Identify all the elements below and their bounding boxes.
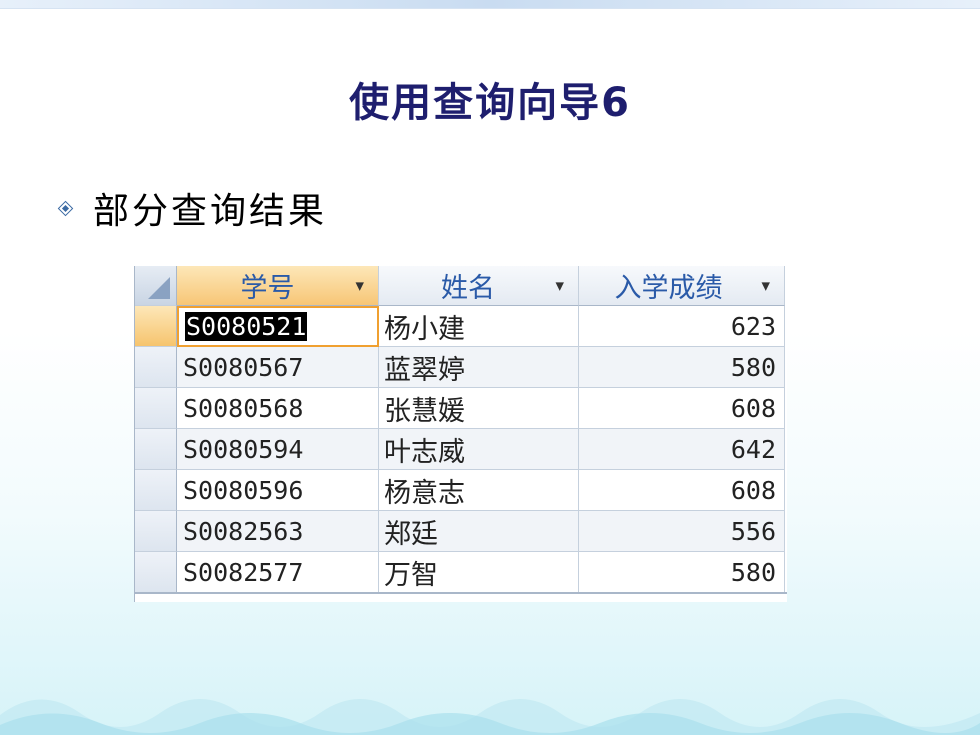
cell-id[interactable]: S0080596 [177, 470, 379, 511]
chevron-down-icon[interactable]: ▼ [762, 279, 770, 292]
cell-id[interactable]: S0082563 [177, 511, 379, 552]
cell-score[interactable]: 608 [579, 470, 785, 511]
cell-name[interactable]: 张慧媛 [379, 388, 579, 429]
cell-score[interactable]: 642 [579, 429, 785, 470]
cell-name[interactable]: 郑廷 [379, 511, 579, 552]
row-selector[interactable] [135, 429, 177, 470]
table-row[interactable]: S0082577 万智 580 [135, 552, 787, 593]
cell-score[interactable]: 623 [579, 306, 785, 347]
decorative-waves [0, 699, 980, 735]
table-bottom-border [135, 592, 787, 594]
table-row[interactable]: S0080521 杨小建 623 [135, 306, 787, 347]
diamond-bullet-icon [57, 200, 74, 216]
select-all-button[interactable] [135, 266, 177, 306]
chevron-down-icon[interactable]: ▼ [356, 279, 364, 292]
cell-id-text: S0080521 [185, 312, 308, 341]
header-row: 学号 ▼ 姓名 ▼ 入学成绩 ▼ [135, 266, 787, 306]
column-header-label: 学号 [240, 273, 295, 304]
column-header-score[interactable]: 入学成绩 ▼ [579, 266, 785, 306]
table-row[interactable]: S0080567 蓝翠婷 580 [135, 347, 787, 388]
cell-score[interactable]: 580 [579, 552, 785, 593]
select-all-corner-icon [148, 277, 170, 299]
table-row[interactable]: S0080594 叶志威 642 [135, 429, 787, 470]
chevron-down-icon[interactable]: ▼ [556, 279, 564, 292]
row-selector[interactable] [135, 470, 177, 511]
cell-name[interactable]: 万智 [379, 552, 579, 593]
table-row[interactable]: S0080596 杨意志 608 [135, 470, 787, 511]
column-header-name[interactable]: 姓名 ▼ [379, 266, 579, 306]
cell-id[interactable]: S0082577 [177, 552, 379, 593]
cell-id[interactable]: S0080594 [177, 429, 379, 470]
slide-title: 使用查询向导6 [349, 80, 631, 126]
row-selector[interactable] [135, 388, 177, 429]
cell-score[interactable]: 608 [579, 388, 785, 429]
cell-id[interactable]: S0080568 [177, 388, 379, 429]
top-bar [0, 0, 980, 9]
table-row[interactable]: S0082563 郑廷 556 [135, 511, 787, 552]
cell-name[interactable]: 叶志威 [379, 429, 579, 470]
bullet-item: 部分查询结果 [57, 186, 327, 232]
cell-id[interactable]: S0080567 [177, 347, 379, 388]
cell-id[interactable]: S0080521 [177, 306, 379, 347]
bullet-text: 部分查询结果 [93, 191, 328, 232]
cell-score[interactable]: 556 [579, 511, 785, 552]
datasheet: 学号 ▼ 姓名 ▼ 入学成绩 ▼ S0080521 杨小建 623 S00805… [134, 266, 787, 602]
column-header-label: 入学成绩 [614, 273, 723, 304]
row-selector[interactable] [135, 511, 177, 552]
cell-score[interactable]: 580 [579, 347, 785, 388]
table-row[interactable]: S0080568 张慧媛 608 [135, 388, 787, 429]
row-selector[interactable] [135, 552, 177, 593]
cell-name[interactable]: 蓝翠婷 [379, 347, 579, 388]
cell-name[interactable]: 杨意志 [379, 470, 579, 511]
cell-name[interactable]: 杨小建 [379, 306, 579, 347]
column-header-id[interactable]: 学号 ▼ [177, 266, 379, 306]
row-selector[interactable] [135, 306, 177, 347]
column-header-label: 姓名 [441, 273, 495, 304]
row-selector[interactable] [135, 347, 177, 388]
